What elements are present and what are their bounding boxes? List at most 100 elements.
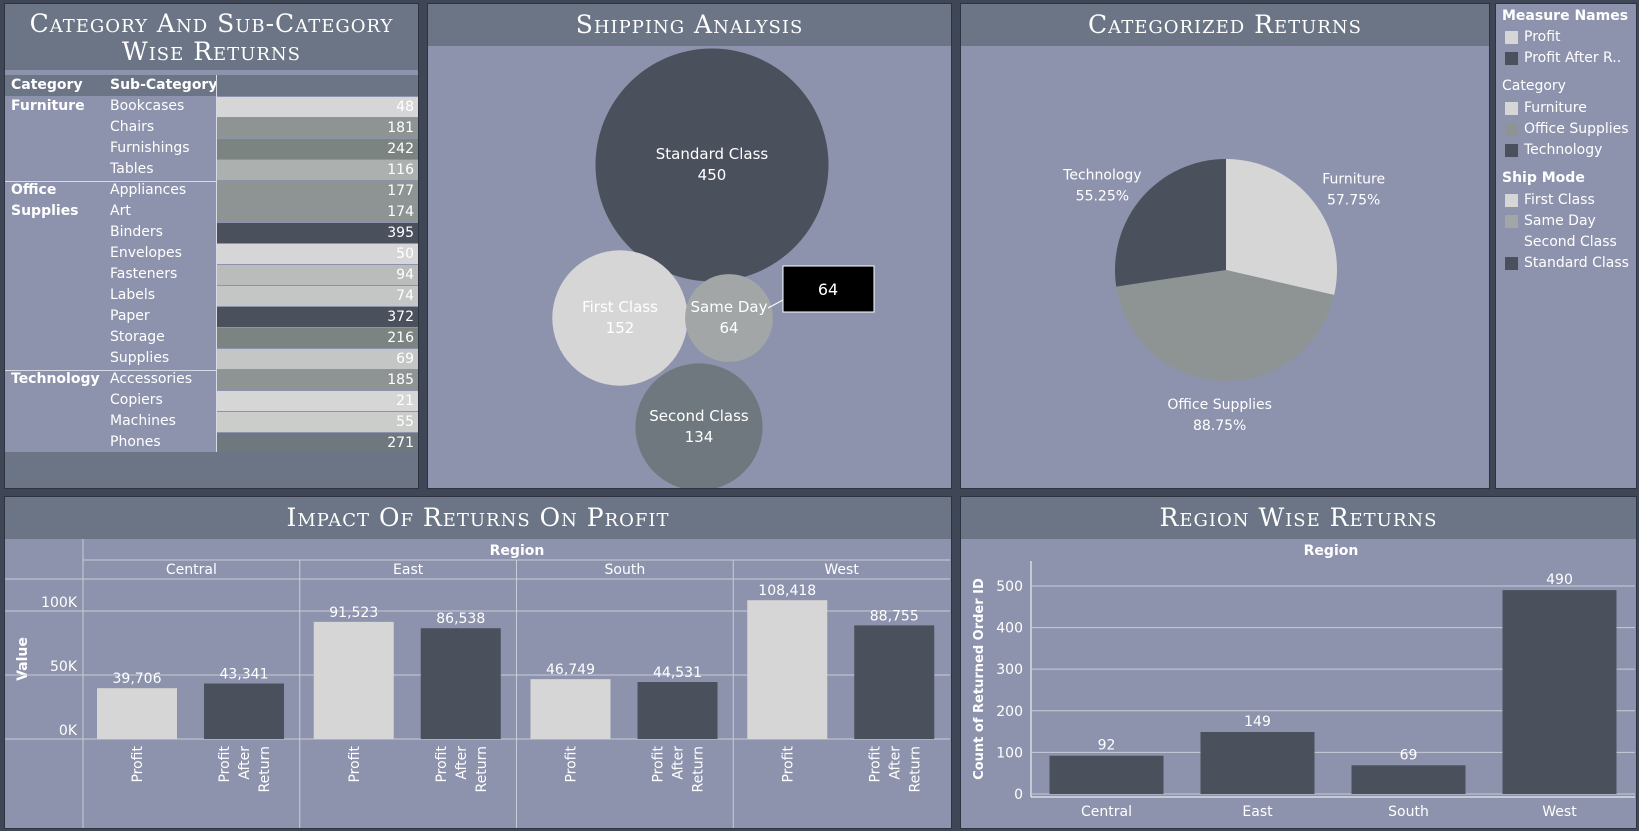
- column-header-sub-category: Sub-Category: [110, 77, 218, 93]
- table-footer: [5, 452, 418, 488]
- value-cell[interactable]: 21: [217, 391, 418, 411]
- value-cell[interactable]: 94: [217, 265, 418, 285]
- x-tick-label: Profit: [217, 746, 233, 783]
- y-tick-label: 0K: [59, 723, 78, 739]
- bubble-value: 64: [719, 319, 738, 337]
- x-tick-label: Profit: [347, 746, 363, 783]
- sub-category-label: Phones: [110, 434, 161, 450]
- category-label: Technology: [11, 371, 100, 387]
- legend-swatch: [1505, 257, 1518, 270]
- x-tick-label: After: [454, 746, 470, 780]
- value-cell[interactable]: 185: [217, 370, 418, 390]
- impact-panel: Impact Of Returns On Profit Region Value 0…: [4, 496, 952, 829]
- bar-value-label: 91,523: [329, 605, 378, 621]
- bar-value-label: 46,749: [546, 662, 595, 678]
- legend-swatch: [1505, 236, 1518, 249]
- bubble-standard-class[interactable]: [595, 48, 829, 282]
- region-label: South: [605, 562, 646, 578]
- value-cell[interactable]: 372: [217, 307, 418, 327]
- region-returns-title: Region Wise Returns: [961, 497, 1636, 539]
- bar-value-label: 92: [1098, 738, 1116, 754]
- x-tick-label: East: [1242, 804, 1273, 820]
- legend-swatch: [1505, 102, 1518, 115]
- y-tick-label: 50K: [50, 659, 78, 675]
- sub-category-label: Bookcases: [110, 98, 185, 114]
- value-cell[interactable]: 55: [217, 412, 418, 432]
- value-cell[interactable]: 50: [217, 244, 418, 264]
- impact-bar[interactable]: [747, 600, 828, 739]
- region-header: Region: [1304, 543, 1359, 559]
- category-returns-panel: Category And Sub-Category Wise Returns C…: [4, 3, 419, 489]
- value-cell[interactable]: 116: [217, 160, 418, 180]
- bar-value-label: 149: [1244, 714, 1271, 730]
- x-tick-label: Return: [257, 746, 273, 792]
- bubble-same-day[interactable]: [685, 274, 773, 362]
- x-tick-label: After: [887, 746, 903, 780]
- legend-swatch: [1505, 123, 1518, 136]
- y-tick-label: 300: [996, 662, 1023, 678]
- region-bar[interactable]: [1049, 755, 1164, 794]
- bubble-value: 134: [685, 428, 714, 446]
- impact-bar[interactable]: [530, 679, 611, 739]
- impact-bar[interactable]: [313, 621, 394, 739]
- region-bar[interactable]: [1351, 765, 1466, 794]
- value-cell[interactable]: 74: [217, 286, 418, 306]
- value-cell[interactable]: 216: [217, 328, 418, 348]
- legend-panel: Measure Names Profit Profit After R.. Ca…: [1495, 3, 1637, 489]
- impact-title: Impact Of Returns On Profit: [5, 497, 951, 539]
- region-bar[interactable]: [1200, 732, 1315, 794]
- value-cell[interactable]: 69: [217, 349, 418, 369]
- sub-category-label: Binders: [110, 224, 163, 240]
- sub-category-label: Envelopes: [110, 245, 182, 261]
- impact-bar[interactable]: [420, 628, 501, 739]
- pie-label: Office Supplies: [1167, 397, 1272, 413]
- region-label: East: [393, 562, 424, 578]
- y-axis-label: Value: [15, 637, 31, 681]
- value-cell[interactable]: 242: [217, 139, 418, 159]
- x-tick-label: Central: [1081, 804, 1132, 820]
- impact-bar[interactable]: [204, 683, 284, 739]
- column-divider: [216, 75, 217, 454]
- bubble-label: Standard Class: [656, 145, 769, 163]
- region-label: West: [824, 562, 859, 578]
- x-tick-label: Return: [691, 746, 707, 792]
- impact-bar[interactable]: [854, 625, 935, 739]
- impact-bar[interactable]: [97, 688, 177, 739]
- bubble-first-class[interactable]: [552, 250, 688, 386]
- tooltip-text: 64: [818, 280, 838, 299]
- y-tick-label: 500: [996, 579, 1023, 595]
- sub-category-label: Copiers: [110, 392, 163, 408]
- sub-category-label: Chairs: [110, 119, 155, 135]
- region-bar[interactable]: [1502, 590, 1617, 794]
- sub-category-label: Fasteners: [110, 266, 178, 282]
- x-tick-label: Profit: [434, 746, 450, 783]
- category-label: Office Supplies: [11, 182, 79, 219]
- x-tick-label: South: [1388, 804, 1429, 820]
- x-tick-label: Profit: [651, 746, 667, 783]
- value-cell[interactable]: 271: [217, 433, 418, 453]
- bar-value-label: 43,341: [220, 667, 269, 683]
- legend-measure-names-title: Measure Names: [1502, 8, 1629, 24]
- y-tick-label: 200: [996, 704, 1023, 720]
- value-cell[interactable]: 181: [217, 118, 418, 138]
- table-header: Category Sub-Category: [5, 75, 418, 96]
- legend-category-title: Category: [1502, 78, 1566, 94]
- value-cell[interactable]: 177: [217, 181, 418, 201]
- value-cell[interactable]: 48: [217, 97, 418, 117]
- sub-category-label: Labels: [110, 287, 156, 303]
- y-axis-label: Count of Returned Order ID: [972, 578, 987, 780]
- categorized-returns-panel: Categorized Returns Furniture 57.75% Offic…: [960, 3, 1490, 489]
- sub-category-label: Paper: [110, 308, 150, 324]
- bubble-second-class[interactable]: [635, 363, 763, 489]
- legend-swatch: [1505, 31, 1518, 44]
- pie-label: Technology: [1062, 167, 1141, 183]
- category-returns-title: Category And Sub-Category Wise Returns: [5, 4, 418, 70]
- value-cell[interactable]: 395: [217, 223, 418, 243]
- legend-swatch: [1505, 194, 1518, 207]
- bubble-label: Same Day: [691, 298, 768, 316]
- x-tick-label: Return: [907, 746, 923, 792]
- value-cell[interactable]: 174: [217, 202, 418, 222]
- sub-category-label: Accessories: [110, 371, 193, 387]
- impact-bar[interactable]: [637, 682, 718, 739]
- sub-category-label: Machines: [110, 413, 176, 429]
